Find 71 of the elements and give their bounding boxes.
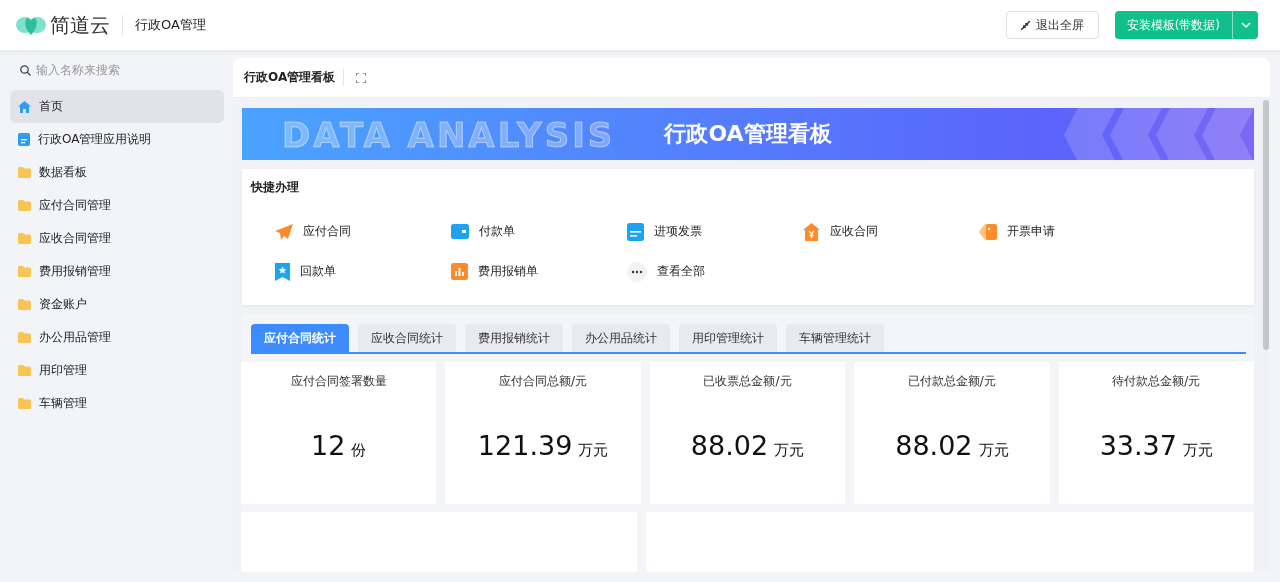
- document-icon: [18, 133, 30, 146]
- fullscreen-icon[interactable]: [356, 72, 367, 83]
- folder-icon: [18, 398, 31, 409]
- collapse-arrows-icon: [1020, 20, 1030, 30]
- sidebar-item[interactable]: 用印管理: [10, 354, 224, 387]
- chevron-down-icon: [1240, 22, 1251, 28]
- stat-value: 88.02: [895, 430, 973, 461]
- search-icon: [20, 64, 31, 76]
- quick-action[interactable]: 费用报销单: [451, 261, 627, 282]
- sidebar-item[interactable]: 车辆管理: [10, 387, 224, 420]
- sidebar-item[interactable]: 行政OA管理应用说明: [10, 123, 224, 156]
- paper-plane-icon: [275, 223, 293, 240]
- stat-title: 已收票总金额/元: [703, 373, 792, 390]
- bar-chart-icon: [451, 263, 468, 281]
- tab[interactable]: 应收合同统计: [358, 324, 456, 352]
- dashboard-title: 行政OA管理看板: [244, 69, 345, 86]
- banner-title: 行政OA管理看板: [664, 119, 832, 148]
- quick-action[interactable]: 应收合同: [803, 221, 979, 242]
- sidebar-item[interactable]: 应付合同管理: [10, 189, 224, 222]
- quick-action[interactable]: 付款单: [451, 221, 627, 242]
- stat-title: 应付合同总额/元: [499, 373, 588, 390]
- stat-unit: 万元: [978, 441, 1009, 460]
- sidebar-item[interactable]: 首页: [10, 90, 224, 123]
- quick-action[interactable]: 应付合同: [275, 221, 451, 242]
- stat-unit: 万元: [578, 441, 609, 460]
- tab[interactable]: 办公用品统计: [572, 324, 670, 352]
- search-field[interactable]: 输入名称来搜索: [36, 63, 206, 77]
- folder-icon: [18, 365, 31, 376]
- stat-unit: 万元: [774, 441, 805, 460]
- exit-fullscreen-button[interactable]: 退出全屏: [1005, 11, 1099, 39]
- wallet-icon: [451, 224, 469, 240]
- price-tag-icon: [979, 222, 997, 241]
- folder-icon: [18, 233, 31, 244]
- quick-action[interactable]: 回款单: [275, 261, 451, 282]
- logo-icon: [16, 14, 46, 36]
- stat-unit: 万元: [1182, 441, 1213, 460]
- home-icon: [18, 100, 31, 113]
- folder-icon: [18, 299, 31, 310]
- folder-icon: [18, 200, 31, 211]
- app-title: 行政OA管理: [135, 16, 206, 34]
- more-icon: [627, 261, 647, 282]
- banner-backdrop-text: DATA ANALYSIS: [282, 114, 616, 156]
- sidebar-item[interactable]: 办公用品管理: [10, 321, 224, 354]
- stat-value: 88.02: [690, 430, 769, 461]
- sidebar-item[interactable]: 资金账户: [10, 288, 224, 321]
- house-yen-icon: [803, 222, 820, 241]
- quick-action[interactable]: 开票申请: [979, 221, 1155, 242]
- bookmark-icon: [275, 262, 290, 281]
- tab[interactable]: 用印管理统计: [679, 324, 777, 352]
- stat-title: 已付款总金额/元: [907, 373, 996, 390]
- folder-icon: [18, 266, 31, 277]
- dropdown-button[interactable]: [1232, 11, 1258, 39]
- document-icon: [627, 222, 644, 241]
- stat-title: 待付款总金额/元: [1112, 373, 1201, 390]
- folder-icon: [18, 332, 31, 343]
- stat-value: 12: [311, 430, 346, 461]
- folder-icon: [18, 167, 31, 178]
- sidebar-item[interactable]: 应收合同管理: [10, 222, 224, 255]
- section-title: 快捷办理: [251, 178, 300, 196]
- tab[interactable]: 费用报销统计: [465, 324, 563, 352]
- sidebar-item[interactable]: 费用报销管理: [10, 255, 224, 288]
- sidebar-item[interactable]: 数据看板: [10, 156, 224, 189]
- brand-name: 简道云: [50, 11, 110, 39]
- quick-action[interactable]: 查看全部: [627, 261, 803, 282]
- scrollbar-thumb[interactable]: [1263, 100, 1269, 350]
- stat-value: 33.37: [1099, 430, 1177, 461]
- stat-value: 121.39: [477, 430, 573, 461]
- stat-title: 应付合同签署数量: [290, 373, 387, 390]
- stat-unit: 份: [351, 441, 367, 460]
- quick-action[interactable]: 进项发票: [627, 221, 803, 242]
- tab[interactable]: 车辆管理统计: [786, 324, 884, 352]
